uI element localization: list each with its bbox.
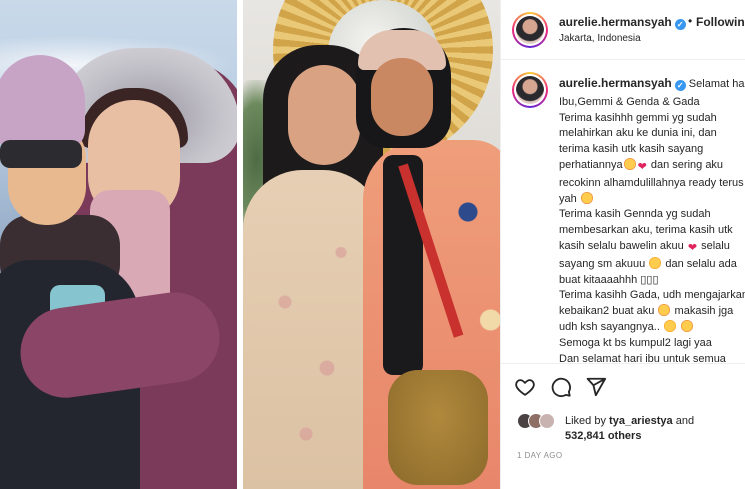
face: [371, 58, 433, 136]
caption-area: aurelie.hermansyah✓ Selamat hari ❤ Ibu,G…: [501, 62, 745, 364]
heart-icon[interactable]: [514, 376, 536, 398]
likes-section: Liked by tya_ariestya and 532,841 others: [501, 408, 745, 448]
beanie: [0, 55, 85, 150]
caption-line: Dan selamat hari ibu untuk semua: [559, 352, 726, 364]
caption-username[interactable]: aurelie.hermansyah ✓: [559, 76, 686, 91]
person-emoji-icon: [663, 319, 676, 332]
author-username[interactable]: aurelie.hermansyah ✓: [559, 15, 686, 30]
smiling-hearts-emoji-icon: [580, 191, 593, 204]
action-bar: [501, 368, 745, 404]
liked-by-text: Liked by tya_ariestya and: [565, 415, 695, 427]
caption-line: melahirkan aku ke dunia ini, dan: [559, 127, 717, 140]
post-timestamp[interactable]: 1 day ago: [517, 451, 563, 460]
post-photo[interactable]: [243, 0, 500, 489]
liker-avatars[interactable]: [517, 413, 557, 431]
location-link[interactable]: Jakarta, Indonesia: [559, 33, 641, 44]
smiling-hearts-emoji-icon: [681, 319, 694, 332]
heart-eyes-emoji-icon: [649, 256, 662, 269]
caption-line: sayang sm akuuu dan selalu ada: [559, 256, 737, 270]
heart-emoji-icon: ❤: [687, 241, 698, 254]
send-icon[interactable]: [585, 376, 607, 398]
separator-dot: •: [688, 14, 693, 28]
caption-line: udh ksh sayangnya..: [559, 319, 745, 336]
caption-line: Terima kasihh Gada, udh mengajarkan: [559, 289, 745, 302]
avatar[interactable]: [512, 72, 548, 108]
heart-emoji-icon: ❤: [637, 160, 647, 173]
caption-line: Terima kasihhh gemmi yg sudah: [559, 111, 717, 124]
caption-text: aurelie.hermansyah✓ Selamat hari ❤ Ibu,G…: [559, 76, 745, 364]
verified-badge-icon: ✓: [674, 80, 686, 91]
verified-badge-icon: ✓: [674, 19, 686, 30]
caption-line: Ibu,Gemmi & Genda & Gada: [559, 95, 700, 108]
post-side-pane: aurelie.hermansyah✓ • Following Jakarta,…: [500, 0, 745, 489]
caption-line: yah: [559, 191, 745, 208]
comment-icon[interactable]: [550, 376, 572, 398]
caption-line: terima kasih utk kasih sayang: [559, 143, 704, 156]
unsupported-emoji-boxes: ▯▯▯: [640, 273, 659, 286]
like-count[interactable]: 532,841 others: [565, 430, 641, 442]
avatar[interactable]: [512, 12, 548, 48]
caption-line: perhatiannya ❤ dan sering aku: [559, 157, 745, 176]
caption-line: membesarkan aku, terima kasih utk: [559, 224, 733, 237]
caption-line: buat kitaaaahhh ▯▯▯: [559, 273, 659, 286]
face: [288, 65, 360, 165]
black-inner: [383, 155, 423, 375]
username-text[interactable]: aurelie.hermansyah: [559, 15, 672, 29]
fur-bag: [388, 370, 488, 485]
caption-line: Semoga kt bs kumpul2 lagi yaa: [559, 336, 712, 349]
liker-username[interactable]: tya_ariestya: [609, 415, 673, 427]
smiling-hearts-emoji-icon: [658, 304, 671, 317]
following-button[interactable]: Following: [696, 15, 745, 29]
caption-line: recokinn alhamdulillahnya ready terus: [559, 176, 744, 189]
smiling-hearts-emoji-icon: [623, 157, 636, 170]
dress: [243, 170, 383, 489]
collage-photo-left: [0, 0, 237, 489]
sunglasses: [0, 140, 82, 168]
caption-line: Terima kasih Gennda yg sudah: [559, 208, 711, 221]
caption-line: kasih selalu bawelin akuu ❤ selalu: [559, 239, 745, 257]
caption-line: kebaikan2 buat aku makasih jga: [559, 304, 734, 318]
post-header: aurelie.hermansyah✓ • Following Jakarta,…: [501, 0, 745, 60]
